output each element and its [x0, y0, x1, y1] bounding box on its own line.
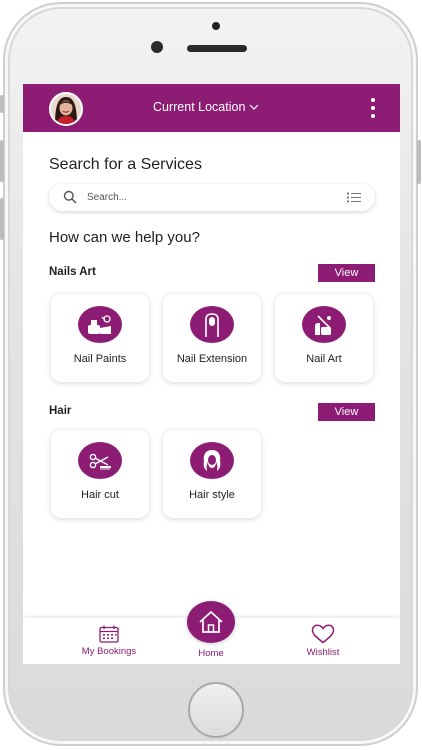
- nav-label-wishlist: Wishlist: [306, 647, 340, 658]
- service-label: Nail Extension: [176, 353, 248, 365]
- nail-art-icon: [302, 306, 346, 343]
- hair-view-button[interactable]: View: [318, 403, 375, 421]
- service-label: Hair cut: [81, 489, 119, 501]
- nav-my-bookings[interactable]: My Bookings: [75, 618, 143, 664]
- current-location-selector[interactable]: Current Location: [153, 100, 259, 114]
- section-title-nails-art: Nails Art: [49, 266, 96, 278]
- more-options-icon[interactable]: [370, 98, 376, 118]
- sensor-dot: [212, 22, 220, 30]
- service-card-nail-extension[interactable]: Nail Extension: [163, 294, 261, 382]
- hair-style-icon: [190, 442, 234, 479]
- scissors-comb-icon: [78, 442, 122, 479]
- earpiece-speaker: [187, 45, 247, 52]
- nail-paint-icon: [78, 306, 122, 343]
- service-card-nail-paints[interactable]: Nail Paints: [51, 294, 149, 382]
- help-heading: How can we help you?: [49, 229, 200, 246]
- service-label: Nail Paints: [73, 353, 127, 365]
- avatar[interactable]: [49, 92, 83, 126]
- volume-down-button: [0, 198, 4, 240]
- service-card-hair-cut[interactable]: Hair cut: [51, 430, 149, 518]
- side-switch: [0, 95, 4, 113]
- search-input[interactable]: [87, 189, 327, 206]
- home-icon: [199, 610, 223, 633]
- phone-home-button[interactable]: [188, 682, 244, 738]
- app-header: Current Location: [23, 84, 400, 132]
- service-card-hair-style[interactable]: Hair style: [163, 430, 261, 518]
- section-title-hair: Hair: [49, 405, 72, 417]
- location-label: Current Location: [153, 100, 246, 114]
- calendar-icon: [99, 625, 119, 643]
- nav-label-home: Home: [198, 648, 224, 659]
- nav-home-button[interactable]: [187, 601, 235, 643]
- nav-wishlist[interactable]: Wishlist: [293, 618, 353, 664]
- service-label: Nail Art: [306, 353, 342, 365]
- search-bar: [49, 184, 375, 211]
- search-heading: Search for a Services: [49, 156, 202, 173]
- volume-up-button: [0, 140, 4, 182]
- search-icon: [63, 190, 77, 204]
- service-label: Hair style: [189, 489, 235, 501]
- heart-icon: [311, 624, 335, 644]
- app-screen: Current Location Search for a Services H…: [23, 84, 400, 664]
- nav-label-bookings: My Bookings: [81, 646, 137, 657]
- nails-art-view-button[interactable]: View: [318, 264, 375, 282]
- chevron-down-icon: [249, 104, 259, 110]
- front-camera: [151, 41, 163, 53]
- service-card-nail-art[interactable]: Nail Art: [275, 294, 373, 382]
- power-button: [417, 140, 421, 184]
- nail-extension-icon: [190, 306, 234, 343]
- list-filter-icon[interactable]: [347, 192, 361, 203]
